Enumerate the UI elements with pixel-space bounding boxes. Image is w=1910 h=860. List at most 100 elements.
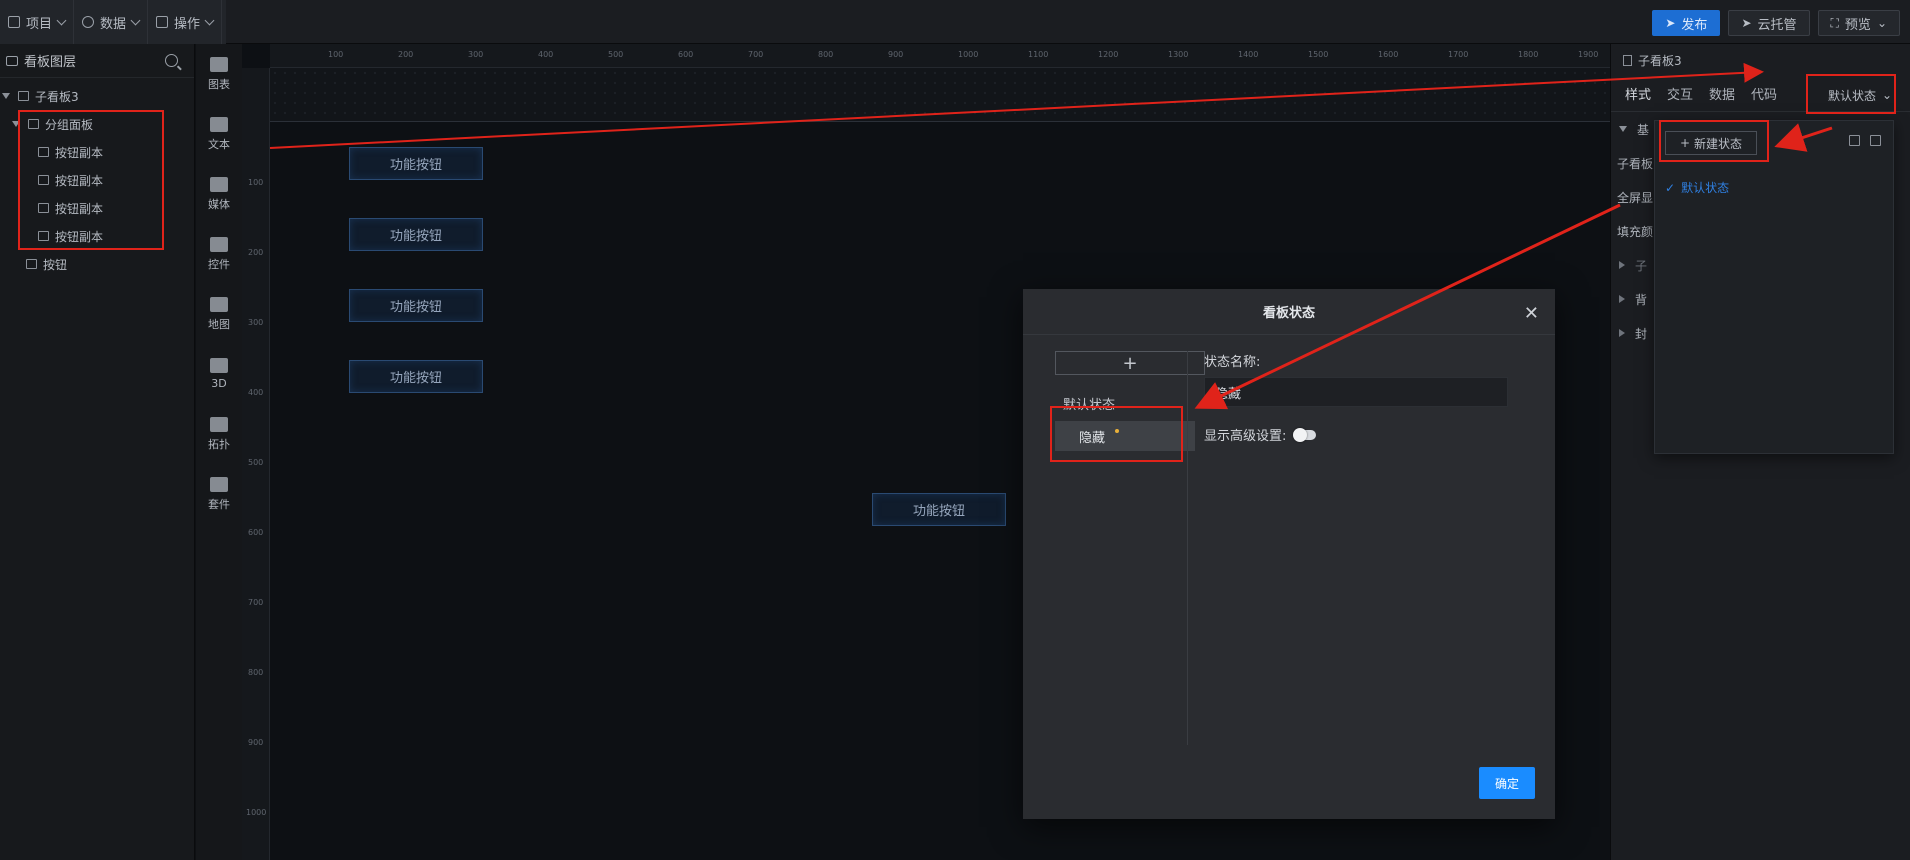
annotation-box	[1050, 406, 1183, 462]
annotation-box	[1806, 74, 1896, 114]
database-icon	[82, 16, 95, 28]
ruler-label: 500	[608, 50, 624, 59]
rail-3d[interactable]: 3D	[196, 344, 242, 404]
ruler-label: 800	[248, 668, 264, 677]
chevron-down-icon	[130, 15, 141, 25]
menu-data[interactable]: 数据	[74, 0, 149, 44]
function-button[interactable]: 功能按钮	[349, 218, 483, 251]
ruler-label: 900	[248, 738, 264, 747]
prop-label: 填充颜	[1617, 224, 1654, 239]
search-icon[interactable]	[165, 54, 178, 67]
add-state-button[interactable]: +	[1055, 351, 1205, 375]
tab-data[interactable]: 数据	[1709, 84, 1735, 103]
file-icon	[1623, 54, 1632, 66]
fullscreen-icon: ⛶	[1830, 15, 1839, 30]
state-option-default[interactable]: ✓ 默认状态	[1665, 179, 1729, 196]
layer-item[interactable]: 按钮	[0, 250, 194, 278]
layer-root[interactable]: 子看板3	[0, 82, 194, 110]
board-state-dialog: 看板状态 ✕ + 默认状态 隐藏 状态名称: 隐藏 显示高级设置: 确定	[1023, 289, 1555, 819]
ruler-label: 1100	[1028, 50, 1049, 59]
prop-label: 背	[1635, 292, 1648, 307]
ruler-label: 100	[248, 178, 264, 187]
chart-icon	[210, 56, 228, 72]
ruler-label: 600	[248, 528, 264, 537]
function-button[interactable]: 功能按钮	[349, 147, 483, 180]
edit-icon[interactable]	[1849, 135, 1860, 146]
rail-control[interactable]: 控件	[196, 224, 242, 284]
rail-label: 地图	[208, 317, 230, 331]
topology-icon	[210, 416, 228, 432]
function-button[interactable]: 功能按钮	[349, 360, 483, 393]
annotation-box	[18, 110, 164, 250]
chevron-down-icon	[56, 15, 67, 25]
image-icon	[26, 259, 37, 269]
map-icon	[210, 296, 228, 312]
ruler-label: 100	[328, 50, 344, 59]
menu-data-label: 数据	[100, 16, 127, 32]
menu-operation[interactable]: 操作	[148, 0, 223, 44]
expand-icon[interactable]	[2, 93, 10, 99]
ruler-horizontal: 100 200 300 400 500 600 700 800 900 1000…	[270, 44, 1612, 68]
layers-icon	[6, 55, 18, 66]
rail-chart[interactable]: 图表	[196, 44, 242, 104]
canvas-top-strip	[270, 68, 1612, 122]
rail-topology[interactable]: 拓扑	[196, 404, 242, 464]
close-icon[interactable]: ✕	[1524, 303, 1539, 324]
rail-label: 媒体	[208, 197, 230, 211]
rail-text[interactable]: 文本	[196, 104, 242, 164]
media-icon	[210, 176, 228, 192]
cube-icon	[210, 358, 228, 373]
rail-media[interactable]: 媒体	[196, 164, 242, 224]
menu-strip: 项目 数据 操作	[0, 0, 226, 44]
send-icon: ➤	[1665, 16, 1676, 30]
cloud-label: 云托管	[1757, 17, 1797, 33]
ruler-label: 500	[248, 458, 264, 467]
tab-interaction[interactable]: 交互	[1667, 84, 1693, 103]
preview-button[interactable]: ⛶ 预览 ⌄	[1817, 10, 1900, 36]
divider	[1187, 351, 1188, 745]
tab-style[interactable]: 样式	[1625, 84, 1651, 103]
top-actions: ➤ 发布 ➤ 云托管 ⛶ 预览 ⌄	[1652, 10, 1900, 36]
ruler-label: 1800	[1518, 50, 1539, 59]
chevron-down-icon: ⌄	[1876, 16, 1887, 30]
copy-icon[interactable]	[1870, 135, 1881, 146]
annotation-box	[1659, 120, 1769, 162]
menu-project[interactable]: 项目	[0, 0, 75, 44]
cloud-button[interactable]: ➤ 云托管	[1728, 10, 1810, 36]
dialog-title: 看板状态	[1262, 306, 1315, 321]
advanced-settings-toggle[interactable]	[1293, 427, 1317, 442]
prop-label: 封	[1635, 326, 1648, 341]
ruler-label: 300	[248, 318, 264, 327]
publish-label: 发布	[1681, 17, 1708, 33]
dialog-header: 看板状态 ✕	[1023, 289, 1555, 335]
state-name-input[interactable]: 隐藏	[1204, 377, 1508, 407]
ruler-label: 300	[468, 50, 484, 59]
dropdown-actions	[1849, 135, 1881, 146]
publish-button[interactable]: ➤ 发布	[1652, 10, 1721, 36]
function-button[interactable]: 功能按钮	[872, 493, 1006, 526]
prop-label: 子看板	[1617, 156, 1654, 171]
ruler-label: 700	[748, 50, 764, 59]
ruler-label: 1500	[1308, 50, 1329, 59]
rail-map[interactable]: 地图	[196, 284, 242, 344]
rail-label: 拓扑	[208, 437, 230, 451]
layer-root-label: 子看板3	[35, 89, 79, 104]
expand-icon	[1619, 295, 1625, 303]
ruler-label: 900	[888, 50, 904, 59]
ruler-label: 1000	[958, 50, 979, 59]
chevron-down-icon	[204, 15, 215, 25]
rail-label: 图表	[208, 77, 230, 91]
control-icon	[210, 236, 228, 252]
file-icon	[8, 16, 20, 28]
function-button[interactable]: 功能按钮	[349, 289, 483, 322]
ruler-label: 200	[248, 248, 264, 257]
rail-kit[interactable]: 套件	[196, 464, 242, 524]
top-bar: 项目 数据 操作 ➤ 发布 ➤ 云托管 ⛶ 预览 ⌄	[0, 0, 1910, 44]
ruler-label: 700	[248, 598, 264, 607]
ok-button[interactable]: 确定	[1479, 767, 1535, 799]
layers-header: 看板图层	[0, 44, 194, 78]
check-icon: ✓	[1665, 180, 1676, 195]
tab-code[interactable]: 代码	[1751, 84, 1777, 103]
send-icon: ➤	[1741, 16, 1752, 30]
state-name-label: 状态名称:	[1204, 355, 1261, 370]
